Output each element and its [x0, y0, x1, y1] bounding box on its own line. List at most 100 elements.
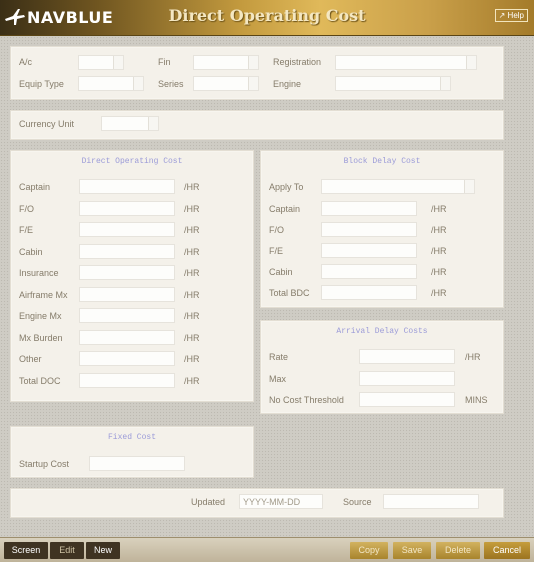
doc-f-o-input[interactable] — [79, 200, 175, 216]
ac-select[interactable] — [78, 55, 124, 70]
series-label: Series — [158, 79, 184, 89]
equip-type-label: Equip Type — [19, 79, 64, 89]
doc-captain-unit: /HR — [184, 182, 200, 192]
apply-to-select[interactable] — [321, 179, 475, 194]
fixed-cost-section-title: Fixed Cost — [107, 433, 156, 442]
bdc-f-o-input[interactable] — [321, 222, 417, 237]
startup-cost-input[interactable] — [89, 456, 185, 471]
doc-captain-label: Captain — [19, 182, 51, 192]
bdc-captain-label: Captain — [269, 204, 301, 214]
cancel-button[interactable]: Cancel — [484, 542, 530, 559]
meta-panel: Updated YYYY-MM-DD Source — [10, 488, 504, 518]
help-label: Help — [507, 11, 524, 20]
doc-engine-mx-unit: /HR — [184, 311, 200, 321]
engine-select[interactable] — [335, 76, 451, 91]
doc-insurance-label: Insurance — [19, 268, 59, 278]
doc-other-unit: /HR — [184, 354, 200, 364]
external-link-icon: ↗ — [498, 11, 506, 20]
updated-label: Updated — [191, 497, 226, 507]
doc-total-doc-input[interactable] — [79, 372, 175, 388]
bdc-f-e-unit: /HR — [431, 246, 447, 256]
new-button[interactable]: New — [86, 542, 120, 559]
doc-engine-mx-label: Engine Mx — [19, 311, 62, 321]
page-title: Direct Operating Cost — [168, 6, 366, 25]
apply-to-label: Apply To — [269, 182, 304, 192]
edit-button[interactable]: Edit — [50, 542, 84, 559]
doc-f-e-unit: /HR — [184, 225, 200, 235]
registration-label: Registration — [273, 57, 322, 67]
bdc-f-o-unit: /HR — [431, 225, 447, 235]
bdc-cabin-input[interactable] — [321, 264, 417, 279]
doc-mx-burden-input[interactable] — [79, 329, 175, 345]
bdc-total-bdc-input[interactable] — [321, 285, 417, 300]
doc-other-input[interactable] — [79, 351, 175, 366]
copy-button[interactable]: Copy — [350, 542, 388, 559]
threshold-unit: MINS — [465, 395, 488, 405]
arrival-section-title: Arrival Delay Costs — [336, 327, 428, 336]
app-header: NAVBLUE Direct Operating Cost ↗ Help — [0, 0, 534, 36]
bdc-total-bdc-label: Total BDC — [269, 288, 310, 298]
doc-section-title: Direct Operating Cost — [81, 157, 183, 166]
bdc-section-title: Block Delay Cost — [343, 157, 421, 166]
doc-cabin-input[interactable] — [79, 243, 175, 259]
doc-airframe-mx-input[interactable] — [79, 286, 175, 302]
bdc-total-bdc-unit: /HR — [431, 288, 447, 298]
bdc-f-e-input[interactable] — [321, 243, 417, 258]
bdc-captain-input[interactable] — [321, 201, 417, 216]
rate-input[interactable] — [359, 349, 455, 364]
bdc-f-e-label: F/E — [269, 246, 284, 256]
help-button[interactable]: ↗ Help — [494, 9, 528, 22]
doc-other-label: Other — [19, 354, 42, 364]
footer-toolbar: Screen Edit New Copy Save Delete Cancel — [0, 537, 534, 562]
screen-button[interactable]: Screen — [4, 542, 48, 559]
doc-insurance-input[interactable] — [79, 265, 175, 280]
doc-f-o-unit: /HR — [184, 203, 200, 214]
bdc-panel: Block Delay Cost Apply To Captain/HR F/O /… — [260, 150, 504, 308]
registration-select[interactable] — [335, 55, 477, 70]
engine-label: Engine — [273, 79, 302, 89]
doc-panel: Direct Operating Cost Captain/HR F/O/HR F/… — [10, 150, 254, 402]
delete-button[interactable]: Delete — [436, 542, 480, 559]
max-input[interactable] — [359, 371, 455, 386]
currency-unit-select[interactable] — [101, 116, 159, 131]
bdc-cabin-unit: /HR — [431, 267, 447, 277]
source-label: Source — [343, 497, 372, 507]
doc-f-e-label: F/E — [19, 225, 34, 235]
fin-label: Fin — [158, 57, 171, 67]
aircraft-panel: A/c Fin Registration Equip Type Series E… — [10, 46, 504, 100]
doc-total-doc-label: Total DOC — [19, 375, 61, 386]
fixed-cost-panel: Fixed Cost Startup Cost — [10, 426, 254, 478]
ac-label: A/c — [19, 57, 33, 67]
max-label: Max — [269, 374, 287, 384]
fin-select[interactable] — [193, 55, 259, 70]
bdc-cabin-label: Cabin — [269, 267, 293, 277]
doc-cabin-label: Cabin — [19, 246, 43, 257]
rate-label: Rate — [269, 352, 289, 362]
doc-f-o-label: F/O — [19, 203, 34, 214]
equip-type-select[interactable] — [78, 76, 144, 91]
currency-panel: Currency Unit — [10, 110, 504, 140]
doc-cabin-unit: /HR — [184, 246, 200, 257]
doc-airframe-mx-unit: /HR — [184, 289, 200, 300]
updated-input[interactable]: YYYY-MM-DD — [239, 494, 323, 509]
doc-mx-burden-unit: /HR — [184, 332, 200, 343]
doc-f-e-input[interactable] — [79, 222, 175, 237]
bdc-captain-unit: /HR — [431, 204, 447, 214]
no-cost-threshold-input[interactable] — [359, 392, 455, 407]
rate-unit: /HR — [465, 352, 481, 362]
doc-mx-burden-label: Mx Burden — [19, 332, 63, 343]
doc-total-doc-unit: /HR — [184, 375, 200, 386]
arrival-panel: Arrival Delay Costs Rate /HR Max No Cost… — [260, 320, 504, 414]
updated-placeholder: YYYY-MM-DD — [243, 497, 301, 507]
series-select[interactable] — [193, 76, 259, 91]
startup-cost-label: Startup Cost — [19, 459, 70, 469]
bdc-f-o-label: F/O — [269, 225, 284, 235]
currency-unit-label: Currency Unit — [19, 119, 75, 129]
doc-airframe-mx-label: Airframe Mx — [19, 289, 68, 300]
no-cost-threshold-label: No Cost Threshold — [269, 395, 344, 405]
doc-captain-input[interactable] — [79, 179, 175, 194]
doc-insurance-unit: /HR — [184, 268, 200, 278]
doc-engine-mx-input[interactable] — [79, 308, 175, 323]
save-button[interactable]: Save — [393, 542, 431, 559]
source-input[interactable] — [383, 494, 479, 509]
